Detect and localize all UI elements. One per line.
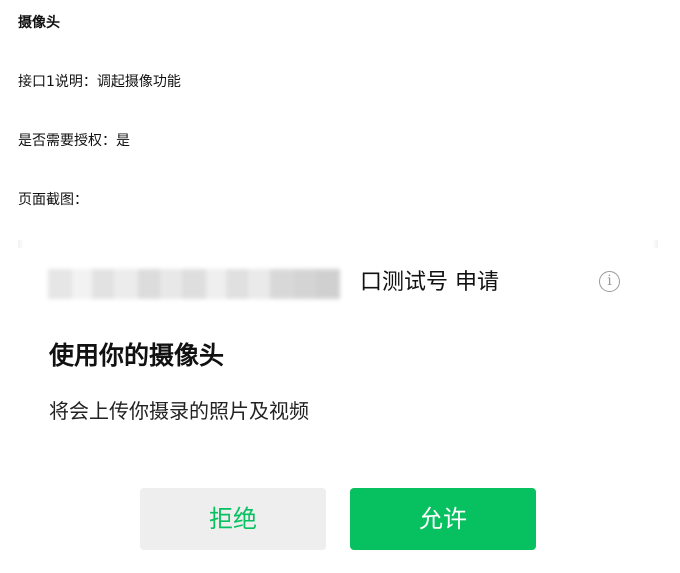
permission-dialog-screenshot: 口测试号 申请 i 使用你的摄像头 将会上传你摄录的照片及视频 拒绝 允许	[18, 240, 658, 573]
info-icon[interactable]: i	[599, 271, 620, 292]
permission-description: 将会上传你摄录的照片及视频	[49, 399, 309, 423]
applicant-row: 口测试号 申请 i	[48, 266, 628, 300]
deny-button[interactable]: 拒绝	[140, 488, 326, 550]
allow-button[interactable]: 允许	[350, 488, 536, 550]
interface-description: 接口1说明：调起摄像功能	[18, 74, 181, 90]
section-title: 摄像头	[18, 15, 60, 31]
permission-title: 使用你的摄像头	[49, 341, 225, 370]
applicant-text: 口测试号 申请	[360, 270, 499, 295]
screenshot-edge	[18, 240, 658, 248]
authorization-required: 是否需要授权：是	[18, 133, 130, 149]
screenshot-label: 页面截图：	[18, 192, 88, 208]
blurred-app-name	[48, 269, 360, 299]
